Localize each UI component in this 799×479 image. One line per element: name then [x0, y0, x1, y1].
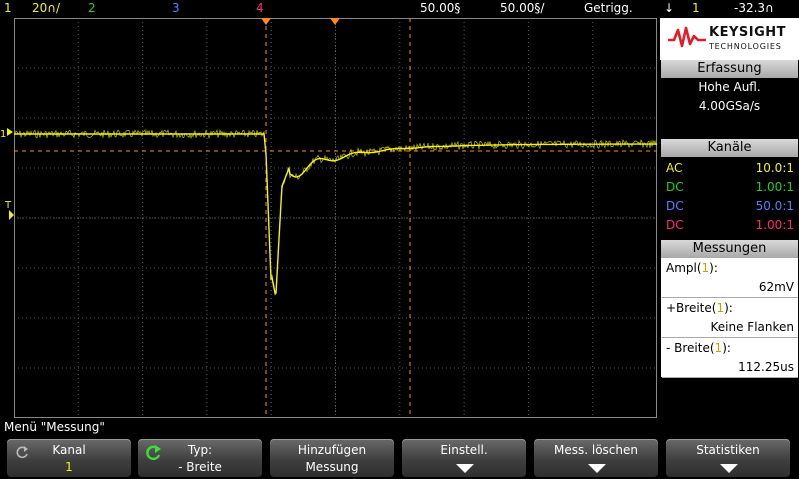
trigger-slope-icon: ↓: [664, 1, 675, 15]
channel-row[interactable]: DC 50.0:1: [664, 197, 794, 215]
channels-header: Kanäle: [661, 139, 798, 157]
softkey-add-label2: Messung: [305, 460, 359, 474]
softkey-clear-measurements[interactable]: Mess. löschen: [534, 439, 658, 477]
channel-coupling: DC: [666, 180, 684, 194]
channel-coupling: DC: [666, 218, 684, 232]
softkey-statistics[interactable]: Statistiken: [666, 439, 790, 477]
channel-row[interactable]: DC 1.00:1: [664, 216, 794, 234]
menu-title-bar: Menü "Messung": [0, 419, 799, 435]
keysight-logo: KEYSIGHT TECHNOLOGIES: [660, 18, 799, 60]
channel-row[interactable]: AC 10.0:1: [664, 159, 794, 177]
softkey-settings[interactable]: Einstell.: [402, 439, 526, 477]
channel-row[interactable]: DC 1.00:1: [664, 178, 794, 196]
submenu-arrow-icon: [456, 464, 474, 473]
measurement-name[interactable]: Ampl(1):: [662, 258, 799, 278]
horizontal-delay[interactable]: 50.00§/: [500, 1, 544, 15]
ch2-label[interactable]: 2: [88, 1, 96, 15]
softkey-add-label: Hinzufügen: [297, 443, 367, 457]
measurement-name[interactable]: - Breite(1):: [662, 338, 799, 358]
channel-probe-ratio: 1.00:1: [755, 180, 794, 194]
trigger-mode[interactable]: Getrigg.: [584, 1, 633, 15]
softkey-typ[interactable]: Typ: - Breite: [138, 439, 262, 477]
sample-rate: 4.00GSa/s: [698, 99, 761, 113]
trigger-level-marker: T: [4, 200, 12, 211]
menu-title: Menü "Messung": [4, 420, 105, 434]
keysight-wave-icon: [668, 26, 706, 48]
ch3-label[interactable]: 3: [172, 1, 180, 15]
side-panel: KEYSIGHT TECHNOLOGIES Erfassung Hohe Auf…: [660, 18, 799, 418]
graticule: [14, 18, 657, 418]
ch1-ground-marker: 1: [0, 129, 6, 140]
waveform-display[interactable]: [14, 18, 657, 418]
trigger-level[interactable]: -32.3∩: [734, 1, 774, 15]
channel-probe-ratio: 50.0:1: [755, 199, 794, 213]
softkey-bar: Kanal 1 Typ: - Breite Hinzufügen Messung…: [0, 436, 799, 479]
submenu-arrow-icon: [720, 464, 738, 473]
measurements-panel[interactable]: Ampl(1): 62mV +Breite(1): Keine Flanken - Br…: [661, 258, 799, 378]
acquisition-mode: Hohe Aufl.: [698, 80, 761, 94]
softkey-kanal-label: Kanal: [52, 443, 86, 457]
softkey-kanal[interactable]: Kanal 1: [7, 439, 131, 477]
ch1-label[interactable]: 1: [4, 1, 12, 15]
channel-probe-ratio: 10.0:1: [755, 161, 794, 175]
channel-coupling: AC: [666, 161, 683, 175]
brand-name: KEYSIGHT: [709, 25, 786, 40]
ch1-scale[interactable]: 20∩/: [32, 1, 60, 15]
acquisition-panel[interactable]: Hohe Aufl. 4.00GSa/s: [661, 78, 798, 138]
measurement-name[interactable]: +Breite(1):: [662, 298, 799, 318]
trigger-source[interactable]: 1: [692, 1, 700, 15]
softkey-settings-label: Einstell.: [440, 443, 488, 457]
softkey-statistics-label: Statistiken: [696, 443, 760, 457]
status-bar: 1 20∩/ 2 3 4 50.00§ 50.00§/ Getrigg. ↓ 1…: [0, 0, 774, 18]
softkey-typ-label: Typ:: [187, 443, 213, 457]
channel-coupling: DC: [666, 199, 684, 213]
measurement-value: 62mV: [662, 277, 798, 298]
ch4-label[interactable]: 4: [256, 1, 264, 15]
measurement-value: 112.25us: [662, 357, 798, 378]
softkey-kanal-value: 1: [65, 460, 73, 474]
brand-sub: TECHNOLOGIES: [709, 42, 782, 51]
acquisition-header: Erfassung: [661, 60, 798, 78]
measurement-channel: 1: [716, 301, 725, 315]
measurements-header: Messungen: [661, 240, 798, 258]
softkey-add-measurement[interactable]: Hinzufügen Messung: [270, 439, 394, 477]
timebase[interactable]: 50.00§: [420, 1, 460, 15]
softkey-typ-value: - Breite: [178, 460, 222, 474]
channels-panel[interactable]: AC 10.0:1 DC 1.00:1 DC 50.0:1 DC 1.00:1: [661, 157, 798, 239]
softkey-clear-label: Mess. löschen: [554, 443, 638, 457]
submenu-arrow-icon: [588, 464, 606, 473]
measurement-value: Keine Flanken: [662, 317, 798, 338]
channel-probe-ratio: 1.00:1: [755, 218, 794, 232]
